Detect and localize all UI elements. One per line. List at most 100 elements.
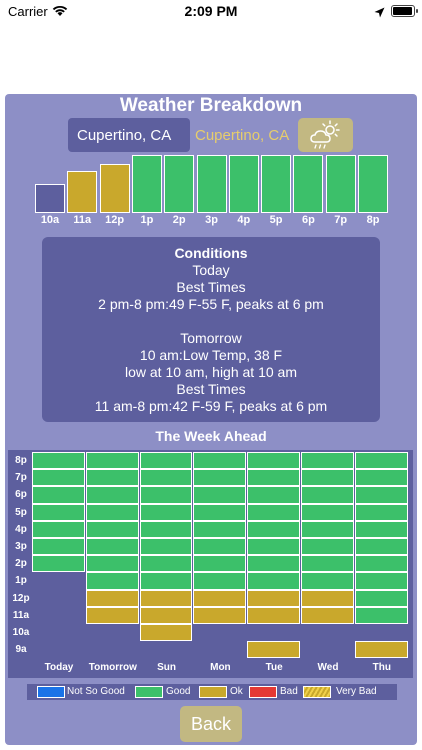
week-cell (193, 555, 247, 573)
week-cell (301, 486, 354, 504)
week-cell (193, 606, 247, 624)
tomorrow-range: low at 10 am, high at 10 am (125, 364, 297, 380)
week-cell (85, 452, 139, 470)
legend-label: Very Bad (336, 686, 377, 697)
tomorrow-label: Tomorrow (180, 330, 242, 346)
hour-row-label: 5p (15, 506, 27, 518)
week-cell (247, 469, 300, 487)
week-cell (301, 555, 354, 573)
week-cell (247, 486, 300, 504)
week-cell (354, 520, 408, 538)
hourly-bar (99, 164, 130, 213)
week-cell (139, 503, 193, 521)
week-cell (354, 452, 408, 470)
back-button[interactable]: Back (180, 706, 242, 742)
week-cell (247, 538, 300, 556)
week-cell (193, 469, 247, 487)
hour-row-label: 12p (12, 592, 30, 604)
week-cell (247, 589, 300, 607)
week-cell (139, 452, 193, 470)
hourly-bar (196, 155, 227, 213)
week-cell (193, 520, 247, 538)
hourly-label: 4p (237, 214, 251, 226)
week-cell (85, 538, 139, 556)
week-cell (85, 520, 139, 538)
week-cell (85, 469, 139, 487)
partly-cloudy-rain-icon (310, 120, 340, 149)
legend-swatch (37, 686, 65, 698)
day-label: Wed (317, 662, 339, 673)
week-cell (301, 469, 354, 487)
week-cell (85, 486, 139, 504)
week-cell (85, 555, 139, 573)
week-cell (354, 606, 408, 624)
week-cell (301, 538, 354, 556)
week-cell (139, 538, 193, 556)
hourly-bar (228, 155, 259, 213)
week-cell (32, 486, 85, 504)
battery-icon (391, 5, 418, 17)
week-cell (193, 452, 247, 470)
hour-row-label: 9a (15, 644, 27, 656)
hour-row-label: 7p (15, 472, 27, 484)
week-cell (247, 555, 300, 573)
conditions-card: Conditions Today Best Times 2 pm-8 pm:49… (42, 237, 380, 422)
city-selector[interactable]: Cupertino, CA (68, 118, 190, 152)
week-cell (32, 520, 85, 538)
hour-row-label: 3p (15, 541, 27, 552)
city-alt-label[interactable]: Cupertino, CA (195, 127, 289, 144)
week-cell (32, 503, 85, 521)
week-cell (354, 641, 408, 659)
week-cell (193, 503, 247, 521)
week-cell (85, 503, 139, 521)
week-cell (247, 520, 300, 538)
hourly-label: 6p (301, 214, 315, 226)
hourly-label: 3p (205, 214, 218, 226)
week-cell (32, 469, 85, 487)
hourly-label: 2p (172, 214, 186, 226)
location-arrow-icon (374, 5, 385, 23)
week-cell (247, 606, 300, 624)
conditions-heading: Conditions (174, 245, 248, 261)
page-title: Weather Breakdown (119, 95, 303, 116)
hourly-label: 5p (269, 214, 283, 226)
week-cell (247, 503, 300, 521)
week-cell (247, 641, 300, 659)
hour-row-label: 11a (12, 609, 30, 621)
legend-swatch (135, 686, 163, 698)
day-label: Mon (210, 662, 231, 673)
hourly-bar (164, 155, 195, 213)
week-cell (139, 486, 193, 504)
legend: Not So Good Good Ok Bad Very Bad (27, 684, 397, 700)
hourly-bar (35, 184, 65, 213)
week-cell (301, 520, 354, 538)
week-cell (193, 589, 247, 607)
week-cell (193, 538, 247, 556)
week-cell (139, 606, 193, 624)
week-cell (301, 606, 354, 624)
day-label: Sun (157, 662, 177, 673)
hour-row-label: 10a (12, 627, 30, 638)
status-bar: Carrier 2:09 PM (0, 0, 422, 24)
hourly-label: 12p (105, 214, 125, 226)
legend-label: Good (166, 686, 191, 697)
weather-icon-button[interactable] (298, 118, 353, 152)
week-cell (354, 555, 408, 573)
week-cell (193, 486, 247, 504)
week-cell (354, 589, 408, 607)
week-cell (354, 486, 408, 504)
week-title: The Week Ahead (155, 428, 267, 444)
week-cell (139, 469, 193, 487)
tomorrow-best-label: Best Times (176, 381, 246, 397)
week-cell (301, 589, 354, 607)
legend-swatch (249, 686, 277, 698)
hour-row-label: 6p (15, 489, 27, 501)
today-best-times: 2 pm-8 pm:49 F-55 F, peaks at 6 pm (98, 296, 324, 312)
week-cell (354, 503, 408, 521)
day-label: Tomorrow (88, 662, 137, 673)
week-cell (85, 572, 139, 590)
hourly-label: 1p (140, 214, 154, 226)
week-cell (301, 452, 354, 470)
tomorrow-low: 10 am:Low Temp, 38 F (139, 347, 283, 363)
hour-row-label: 1p (15, 575, 27, 587)
